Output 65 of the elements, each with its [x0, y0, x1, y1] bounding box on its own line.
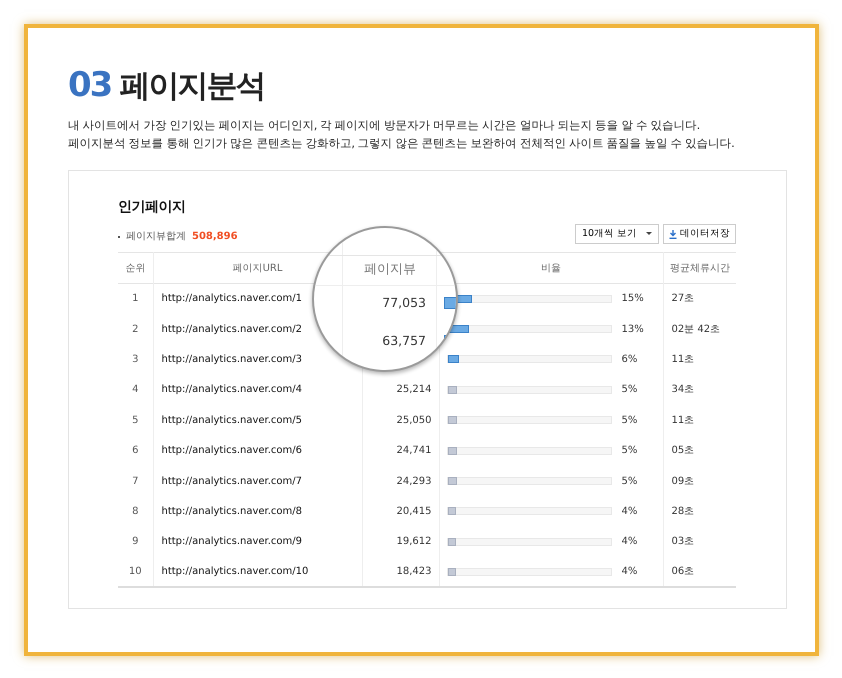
duration-cell: 34초: [672, 384, 694, 396]
section-number: 03: [68, 68, 112, 102]
duration-cell: 27초: [672, 293, 694, 304]
ratio-value: 15%: [622, 292, 644, 306]
ratio-value: 5%: [622, 383, 638, 398]
rank-cell: 7: [132, 476, 138, 487]
url-cell: http://analytics.naver.com/4: [162, 384, 302, 396]
column-header: 평균체류시간: [670, 262, 730, 274]
rank-cell: 6: [132, 445, 138, 456]
download-icon: [669, 230, 677, 238]
duration-cell: 06초: [672, 566, 694, 578]
pageview-cell-text: 77,053: [382, 294, 426, 312]
duration-cell: 02분 42초: [672, 324, 720, 335]
url-cell: http://analytics.naver.com/9: [162, 536, 302, 548]
duration-cell: 05초: [672, 445, 694, 456]
total-label: 페이지뷰합계: [126, 230, 186, 244]
page-size-dropdown[interactable]: 10개씩 보기: [575, 224, 659, 244]
rank-cell: 9: [132, 536, 138, 548]
save-button[interactable]: 데이터저장: [663, 224, 736, 244]
duration-cell: 11초: [672, 354, 694, 365]
pageview-cell: 24,741: [396, 445, 432, 456]
url-cell: http://analytics.naver.com/5: [162, 414, 302, 426]
pageview-cell: 18,423: [396, 566, 432, 578]
column-header: 비율: [541, 262, 561, 274]
ratio-value: 5%: [622, 444, 638, 458]
duration-cell: 28초: [672, 506, 694, 517]
rank-cell: 2: [132, 324, 138, 335]
description-text: 페이지분석 정보를 통해 인기가 많은 콘텐츠는 강화하고, 그렇지 않은 콘텐츠는 보완하여 전체적인 사이트 품질을 높일 수 있습니다.: [68, 135, 734, 152]
column-header: 순위: [125, 262, 146, 274]
url-cell: http://analytics.naver.com/3: [162, 354, 302, 365]
ratio-value: 13%: [622, 322, 644, 337]
total-value: 508,896: [192, 230, 238, 244]
ratio-value: 4%: [622, 535, 638, 550]
pageview-cell: 19,612: [396, 536, 432, 548]
duration-cell: 09초: [672, 476, 694, 487]
pageview-cell: 24,293: [396, 476, 432, 487]
rank-cell: 10: [128, 566, 142, 578]
ratio-value: 6%: [622, 352, 638, 367]
pageview-cell: 25,214: [396, 384, 432, 396]
url-cell: http://analytics.naver.com/2: [162, 324, 302, 335]
caret-icon: [646, 232, 652, 236]
url-cell: http://analytics.naver.com/7: [162, 476, 302, 487]
panel-title: 인기페이지: [118, 198, 186, 217]
url-cell: http://analytics.naver.com/8: [162, 506, 302, 517]
description-text: 내 사이트에서 가장 인기있는 페이지는 어디인지, 각 페이지에 방문자가 머무르는 시간은 얼마나 되는지 등을 알 수 있습니다.: [68, 117, 700, 134]
rank-cell: 1: [132, 293, 138, 304]
pageview-cell: 25,050: [396, 414, 432, 426]
column-header: 페이지URL: [232, 262, 282, 274]
ratio-value: 5%: [622, 414, 638, 428]
rank-cell: 4: [132, 384, 138, 396]
duration-cell: 11초: [672, 414, 694, 426]
ratio-value: 4%: [622, 565, 638, 580]
url-cell: http://analytics.naver.com/1: [162, 293, 302, 304]
duration-cell: 03초: [672, 536, 694, 548]
rank-cell: 8: [132, 506, 138, 517]
rank-cell: 3: [132, 354, 138, 365]
pageview-cell: 20,415: [396, 506, 432, 517]
url-cell: http://analytics.naver.com/10: [162, 566, 308, 578]
ratio-value: 5%: [622, 474, 638, 489]
rank-cell: 5: [132, 414, 138, 426]
url-cell: http://analytics.naver.com/6: [162, 445, 302, 456]
ratio-value: 4%: [622, 504, 638, 519]
section-title: 페이지분석: [119, 71, 264, 102]
column-header: 페이지뷰: [364, 261, 416, 279]
pageview-cell-text: 63,757: [382, 332, 426, 350]
